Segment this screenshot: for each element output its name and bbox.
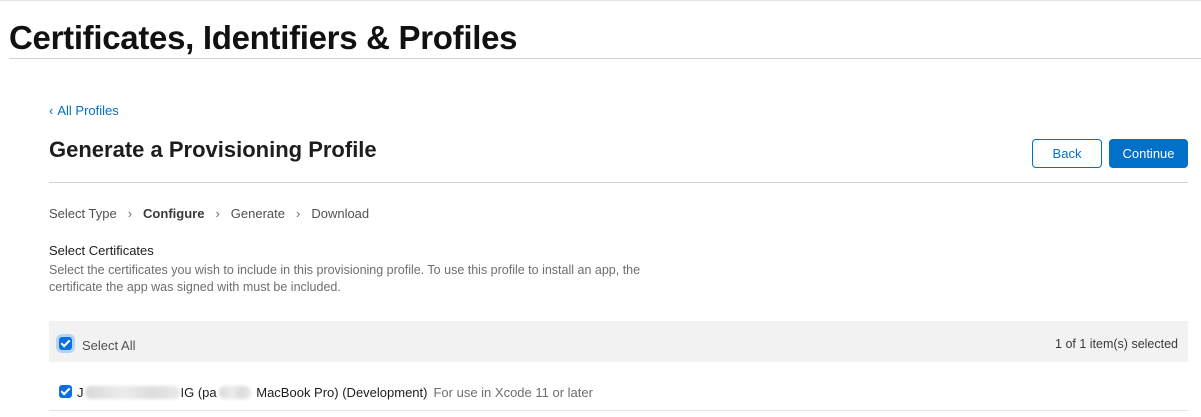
back-button[interactable]: Back [1032,139,1102,168]
certificate-name-prefix: J [77,385,84,400]
select-all-label[interactable]: Select All [82,338,135,353]
certificates-table-header: Select All 1 of 1 item(s) selected [49,321,1188,362]
certificates-description: Select the certificates you wish to incl… [49,263,641,294]
all-profiles-link[interactable]: ‹ All Profiles [49,103,119,118]
certificate-meta: For use in Xcode 11 or later [433,385,593,400]
chevron-right-icon: › [215,206,220,221]
redaction-blur [84,386,180,399]
all-profiles-link-label: All Profiles [57,103,119,118]
step-download: Download [311,206,370,221]
page-title: Certificates, Identifiers & Profiles [9,19,518,56]
section-divider [49,182,1188,183]
certificate-name-middle: IG (pa [180,385,217,400]
step-generate: Generate [230,206,285,221]
section-title: Generate a Provisioning Profile [49,137,377,162]
chevron-left-icon: ‹ [49,103,54,118]
row-divider [49,410,1188,411]
top-border [0,0,1201,1]
chevron-right-icon: › [127,206,133,221]
select-all-checkbox[interactable] [59,337,72,350]
certificates-heading: Select Certificates [49,243,154,258]
step-select-type: Select Type [49,206,117,221]
chevron-right-icon: › [295,206,301,221]
certificate-name-suffix: MacBook Pro) (Development) [256,385,428,400]
title-divider [9,58,1201,59]
table-row[interactable]: J IG (pa MacBook Pro) (Development) For us… [49,372,1188,412]
step-breadcrumb: Select Type › Configure › Generate › Dow… [49,206,369,221]
step-configure: Configure [143,206,205,221]
certificate-label: J IG (pa MacBook Pro) (Development) For us… [77,385,593,400]
redaction-blur [218,386,251,399]
selection-count: 1 of 1 item(s) selected [1055,337,1178,351]
continue-button[interactable]: Continue [1109,139,1188,168]
certificate-checkbox[interactable] [59,385,72,398]
